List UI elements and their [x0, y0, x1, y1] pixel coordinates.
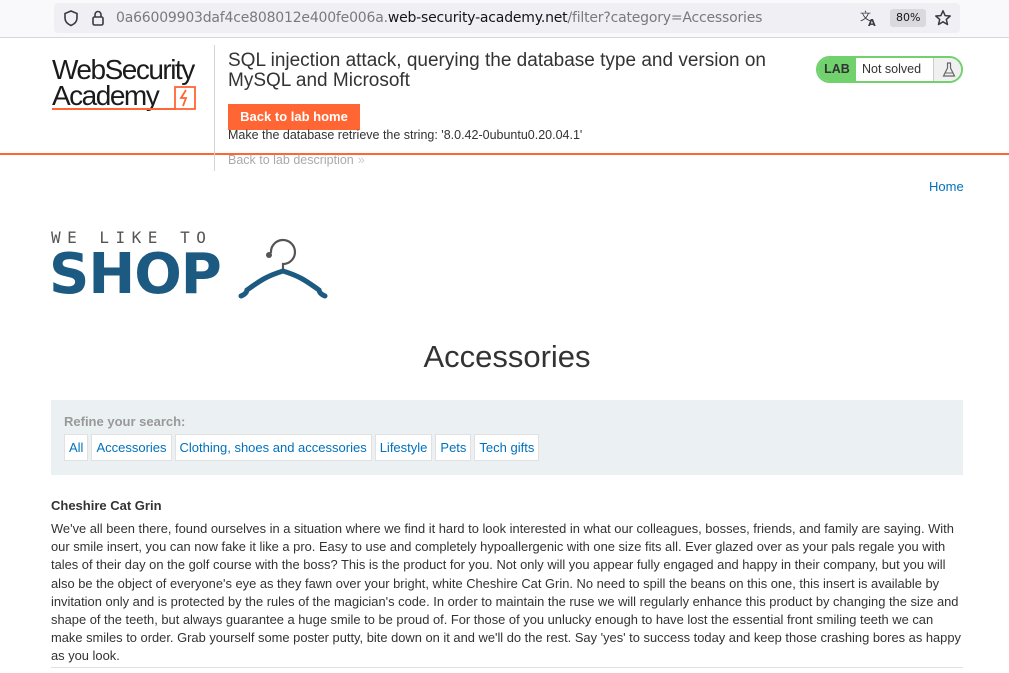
- product-name: Cheshire Cat Grin: [51, 498, 162, 513]
- section-divider: [51, 667, 963, 668]
- refine-search-panel: Refine your search: All Accessories Clot…: [51, 400, 963, 475]
- filter-accessories[interactable]: Accessories: [91, 434, 172, 461]
- back-to-lab-home-button[interactable]: Back to lab home: [228, 104, 360, 130]
- back-description-label: Back to lab description: [228, 153, 354, 167]
- hanger-icon: [238, 238, 328, 299]
- lock-icon[interactable]: [89, 9, 107, 27]
- shield-icon[interactable]: [62, 9, 80, 27]
- lab-status-widget: LAB Not solved: [816, 56, 963, 83]
- chevron-right-icon: »: [357, 153, 365, 167]
- flask-icon: [933, 58, 961, 81]
- lab-header: WebSecurity Academy SQL injection attack…: [0, 39, 1009, 171]
- product-description: We've all been there, found ourselves in…: [51, 521, 961, 664]
- lab-instruction: Make the database retrieve the string: '…: [228, 128, 583, 142]
- back-to-lab-description-link[interactable]: Back to lab description»: [228, 153, 365, 167]
- logo-line2: Academy: [52, 80, 160, 111]
- lab-status-text: Not solved: [862, 62, 922, 76]
- shop-logo: WE LIKE TO SHOP: [49, 226, 333, 307]
- logo-bolt-icon: [174, 86, 196, 110]
- browser-toolbar: 0a66009903daf4ce808012e400fe006a.web-sec…: [0, 0, 1009, 38]
- home-link[interactable]: Home: [929, 179, 964, 194]
- web-security-academy-logo[interactable]: WebSecurity Academy: [52, 56, 212, 112]
- filter-clothing-shoes-accessories[interactable]: Clothing, shoes and accessories: [174, 434, 372, 461]
- zoom-level-button[interactable]: 80%: [890, 9, 927, 27]
- address-bar[interactable]: 0a66009903daf4ce808012e400fe006a.web-sec…: [54, 3, 960, 33]
- category-filters: All Accessories Clothing, shoes and acce…: [64, 434, 540, 461]
- filter-all[interactable]: All: [64, 434, 89, 461]
- filter-tech-gifts[interactable]: Tech gifts: [474, 434, 540, 461]
- translate-icon[interactable]: 文A: [860, 9, 878, 29]
- url-path: /filter?category=Accessories: [567, 10, 763, 26]
- shop-name: SHOP: [49, 242, 222, 307]
- svg-text:A: A: [868, 18, 876, 27]
- star-icon[interactable]: [934, 9, 952, 27]
- logo-underline: [52, 108, 176, 110]
- url-domain: web-security-academy.net: [387, 10, 568, 26]
- lab-title: SQL injection attack, querying the datab…: [228, 50, 766, 91]
- lab-badge: LAB: [818, 58, 856, 81]
- filter-lifestyle[interactable]: Lifestyle: [374, 434, 433, 461]
- refine-label: Refine your search:: [64, 414, 186, 429]
- page-title: Accessories: [423, 339, 591, 374]
- url-text[interactable]: 0a66009903daf4ce808012e400fe006a.web-sec…: [116, 10, 762, 26]
- header-divider: [214, 45, 215, 171]
- url-prefix: 0a66009903daf4ce808012e400fe006a.: [116, 10, 388, 26]
- filter-pets[interactable]: Pets: [435, 434, 472, 461]
